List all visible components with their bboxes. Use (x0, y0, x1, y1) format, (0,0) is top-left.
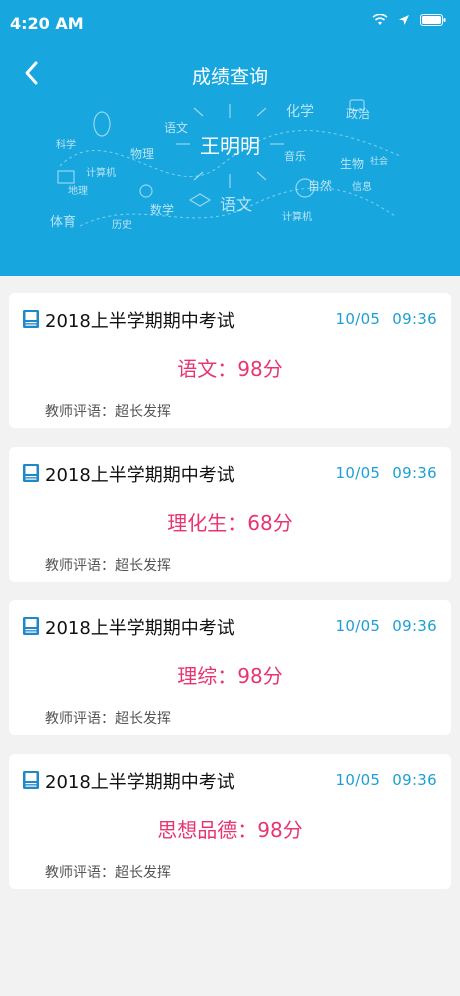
exam-title: 2018上半学期期中考试 (45, 465, 235, 486)
doodle-word: 地理 (68, 184, 88, 197)
teacher-comment: 教师评语：超长发挥 (45, 711, 171, 727)
status-icons (372, 14, 446, 26)
exam-book-icon (23, 310, 39, 328)
exam-book-icon (23, 617, 39, 635)
nav-bar: 成绩查询 (0, 48, 460, 100)
score-card[interactable]: 2018上半学期期中考试 10/05 09:36 思想品德：98分教师评语：超长发挥 (9, 754, 451, 889)
wifi-icon (372, 14, 388, 25)
doodle-word: 历史 (112, 219, 132, 231)
subjects-doodle-illustration: 语文化学 政治物理科学地理音乐生物计算机社会信息自然数学体育 历史计算机语文 (50, 99, 401, 231)
exam-time: 09:36 (392, 310, 437, 328)
exam-title: 2018上半学期期中考试 (45, 618, 235, 639)
page-title: 成绩查询 (191, 66, 268, 88)
score-card[interactable]: 2018上半学期期中考试 10/05 09:36 理综：98分教师评语：超长发挥 (9, 600, 451, 735)
exam-datetime: 10/05 09:36 (336, 464, 437, 482)
student-name: 王明明 (200, 134, 260, 158)
doodle-word: 政治 (346, 107, 370, 121)
doodle-word: 计算机 (282, 210, 312, 223)
status-bar: 4:20 AM (0, 0, 460, 48)
doodle-word: 数学 (150, 202, 174, 217)
exam-datetime: 10/05 09:36 (336, 617, 437, 635)
doodle-word: 语文 (220, 195, 252, 214)
exam-date: 10/05 (335, 310, 381, 328)
exam-date: 10/05 (335, 617, 381, 635)
exam-book-icon (23, 464, 39, 482)
doodle-word: 信息 (352, 180, 372, 193)
exam-date: 10/05 (335, 464, 381, 482)
exam-book-icon (23, 771, 39, 789)
header-banner: 4:20 AM 成绩查询 语文 化学 政治 物理 科学 地理 音乐 生物 计算机… (0, 0, 460, 276)
exam-datetime: 10/05 09:36 (336, 771, 437, 789)
teacher-comment: 教师评语：超长发挥 (45, 404, 171, 420)
score-card[interactable]: 2018上半学期期中考试 10/05 09:36 语文：98分教师评语：超长发挥 (9, 293, 451, 428)
doodle-word: 体育 (50, 214, 76, 230)
status-time: 4:20 AM (10, 14, 84, 33)
doodle-word: 生物 (340, 157, 364, 171)
teacher-comment: 教师评语：超长发挥 (45, 558, 171, 574)
exam-title: 2018上半学期期中考试 (45, 311, 235, 332)
doodle-word: 自然 (308, 178, 332, 193)
exam-time: 09:36 (392, 771, 437, 789)
exam-date: 10/05 (335, 771, 381, 789)
score-card[interactable]: 2018上半学期期中考试 10/05 09:36 理化生：68分教师评语：超长发挥 (9, 447, 451, 582)
exam-time: 09:36 (392, 464, 437, 482)
subject-score: 思想品德：98分 (157, 818, 303, 842)
subject-score: 语文：98分 (177, 357, 283, 381)
doodle-word: 计算机 (86, 166, 116, 179)
exam-time: 09:36 (392, 617, 437, 635)
location-arrow-icon (399, 15, 409, 25)
exam-datetime: 10/05 09:36 (336, 310, 437, 328)
subject-score: 理综：98分 (177, 664, 283, 688)
teacher-comment: 教师评语：超长发挥 (45, 865, 171, 881)
battery-icon (420, 14, 446, 26)
exam-title: 2018上半学期期中考试 (45, 772, 235, 793)
subject-score: 理化生：68分 (167, 511, 293, 535)
doodle-word: 化学 (286, 104, 314, 120)
